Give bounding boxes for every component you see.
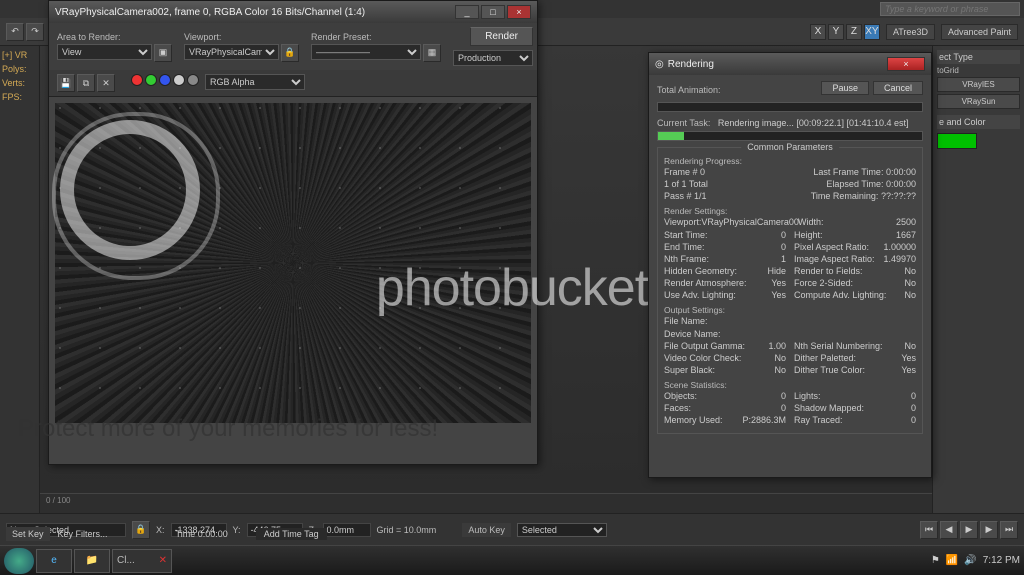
preset-select[interactable]: —————— [311, 44, 421, 60]
copy-icon[interactable]: ⧉ [77, 74, 95, 92]
tray-clock[interactable]: 7:12 PM [983, 555, 1020, 566]
goto-end-icon[interactable]: ⏭ [1000, 521, 1018, 539]
z-coord[interactable] [323, 523, 371, 537]
goto-start-icon[interactable]: ⏮ [920, 521, 938, 539]
viewport-select[interactable]: VRayPhysicalCam [184, 44, 279, 60]
start-button[interactable] [4, 548, 34, 574]
grid-label: Grid = 10.0mm [377, 525, 437, 535]
setkey-button[interactable]: Set Key [6, 527, 50, 541]
minimize-icon[interactable]: _ [455, 5, 479, 19]
system-tray[interactable]: ⚑ 📶 🔊 7:12 PM [931, 555, 1020, 566]
pause-button[interactable]: Pause [821, 81, 869, 95]
polys-label: Polys: [2, 64, 37, 74]
region-icon[interactable]: ▣ [154, 44, 172, 62]
tray-network-icon[interactable]: 📶 [946, 555, 958, 566]
rendering-titlebar[interactable]: ◎Rendering × [649, 53, 931, 75]
total-progress-bar [657, 102, 923, 112]
taskbar-item[interactable]: Cl...✕ [112, 549, 172, 573]
clone-icon[interactable]: ✕ [97, 74, 115, 92]
key-filters-button[interactable]: Key Filters... [58, 529, 108, 539]
play-icon[interactable]: ▶ [960, 521, 978, 539]
advanced-paint-button[interactable]: Advanced Paint [941, 24, 1018, 40]
undo-icon[interactable]: ↶ [6, 23, 24, 41]
vfb-titlebar[interactable]: VRayPhysicalCamera002, frame 0, RGBA Col… [49, 1, 537, 23]
prev-frame-icon[interactable]: ◀ [940, 521, 958, 539]
maximize-icon[interactable]: □ [481, 5, 505, 19]
channel-select[interactable]: RGB Alpha [205, 74, 305, 90]
green-channel-icon[interactable] [145, 74, 157, 86]
tray-volume-icon[interactable]: 🔊 [964, 555, 976, 566]
taskbar-explorer-icon[interactable]: 📁 [74, 549, 110, 573]
vrayies-button[interactable]: VRayIES [937, 77, 1020, 92]
lock-viewport-icon[interactable]: 🔒 [281, 44, 299, 62]
atree3d-button[interactable]: ATree3D [886, 24, 935, 40]
status-row2: Set Key Key Filters... Time 0:00:00 Add … [6, 527, 327, 541]
cancel-button[interactable]: Cancel [873, 81, 923, 95]
render-mode-select[interactable]: Production [453, 50, 533, 66]
task-progress-bar [657, 131, 923, 141]
taskbar-ie-icon[interactable]: e [36, 549, 72, 573]
autokey-button[interactable]: Auto Key [462, 523, 511, 537]
windows-taskbar[interactable]: e 📁 Cl...✕ ⚑ 📶 🔊 7:12 PM [0, 545, 1024, 575]
verts-label: Verts: [2, 78, 37, 88]
vraysun-button[interactable]: VRaySun [937, 94, 1020, 109]
save-icon[interactable]: 💾 [57, 74, 75, 92]
timeline[interactable]: 0 / 100 [40, 493, 932, 513]
red-channel-icon[interactable] [131, 74, 143, 86]
axis-constraints[interactable]: XYZXY [810, 24, 880, 40]
key-mode-select[interactable]: Selected [517, 523, 607, 537]
color-swatch[interactable] [937, 133, 977, 149]
area-select[interactable]: View [57, 44, 152, 60]
vray-frame-buffer-window[interactable]: VRayPhysicalCamera002, frame 0, RGBA Col… [48, 0, 538, 465]
fps-label: FPS: [2, 92, 37, 102]
close-icon[interactable]: × [507, 5, 531, 19]
viewport-label: [+] VR [2, 50, 37, 60]
vfb-toolbar: 💾 ⧉ ✕ RGB Alpha [49, 70, 537, 97]
command-panel: ect Type toGrid VRayIES VRaySun e and Co… [932, 46, 1024, 513]
render-button[interactable]: Render [470, 27, 533, 46]
alpha-channel-icon[interactable] [173, 74, 185, 86]
vfb-title: VRayPhysicalCamera002, frame 0, RGBA Col… [55, 7, 365, 18]
close-icon[interactable]: × [887, 57, 925, 71]
viewport-stats: [+] VR Polys: Verts: FPS: [0, 46, 40, 513]
search-input[interactable] [880, 2, 1020, 16]
rendering-dialog[interactable]: ◎Rendering × Total Animation: Pause Canc… [648, 52, 932, 478]
object-type-header: ect Type [937, 50, 1020, 64]
tray-flag-icon[interactable]: ⚑ [931, 555, 940, 566]
preset-save-icon[interactable]: ▦ [423, 44, 441, 62]
add-time-tag[interactable]: Add Time Tag [256, 528, 327, 540]
render-preview [55, 103, 531, 423]
mono-channel-icon[interactable] [187, 74, 199, 86]
redo-icon[interactable]: ↷ [26, 23, 44, 41]
next-frame-icon[interactable]: ▶ [980, 521, 998, 539]
common-parameters-group: Common Parameters Rendering Progress: Fr… [657, 147, 923, 434]
name-color-header: e and Color [937, 115, 1020, 129]
current-task: Rendering image... [00:09:22.1] [01:41:1… [718, 118, 909, 128]
blue-channel-icon[interactable] [159, 74, 171, 86]
